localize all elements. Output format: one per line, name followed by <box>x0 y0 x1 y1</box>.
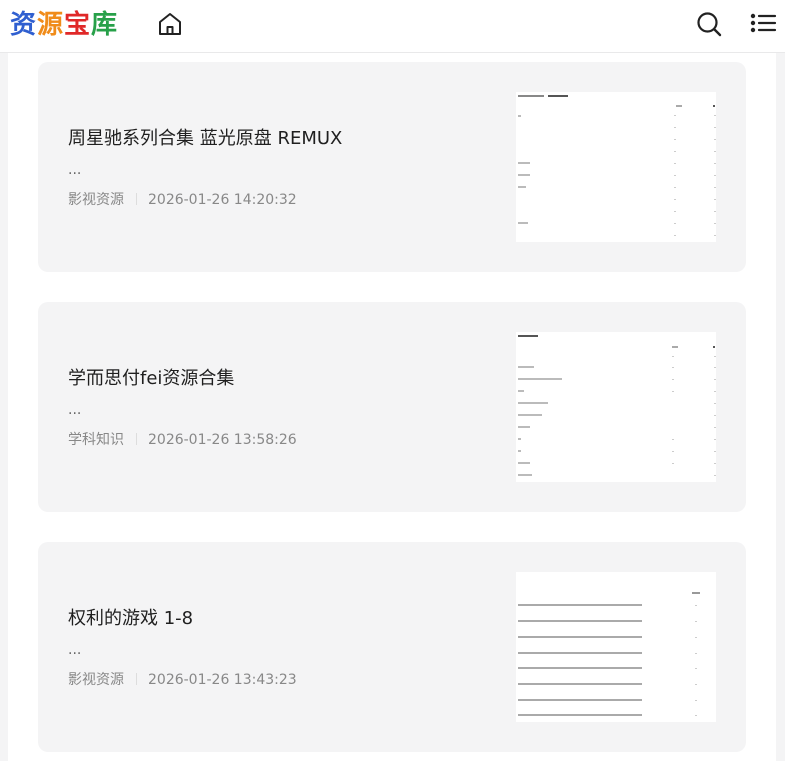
post-excerpt: ... <box>68 402 82 418</box>
post-title[interactable]: 周星驰系列合集 蓝光原盘 REMUX <box>68 124 342 150</box>
search-button[interactable] <box>695 10 723 38</box>
list-menu-icon <box>750 13 777 33</box>
post-excerpt: ... <box>68 162 82 178</box>
post-card[interactable]: 学而思付fei资源合集 ... 学科知识 2026-01-26 13:58:26 <box>38 302 746 512</box>
search-icon <box>697 12 722 37</box>
post-thumbnail[interactable] <box>516 572 716 722</box>
logo-char-2: 源 <box>37 10 65 40</box>
post-excerpt: ... <box>68 642 82 658</box>
top-header: 资源宝库 <box>0 0 785 53</box>
logo-char-3: 宝 <box>64 10 92 40</box>
home-button[interactable] <box>156 10 184 38</box>
menu-button[interactable] <box>749 10 777 38</box>
post-title[interactable]: 学而思付fei资源合集 <box>68 364 234 390</box>
post-card[interactable]: 周星驰系列合集 蓝光原盘 REMUX ... 影视资源 2026-01-26 14… <box>38 62 746 272</box>
post-meta: 影视资源 2026-01-26 13:43:23 <box>68 669 297 689</box>
post-thumbnail[interactable] <box>516 332 716 482</box>
post-category[interactable]: 影视资源 <box>68 672 124 688</box>
post-date: 2026-01-26 13:58:26 <box>148 432 297 448</box>
post-title[interactable]: 权利的游戏 1-8 <box>68 604 193 630</box>
post-meta: 学科知识 2026-01-26 13:58:26 <box>68 429 297 449</box>
meta-divider <box>136 673 137 685</box>
post-thumbnail[interactable] <box>516 92 716 242</box>
logo-char-4: 库 <box>91 10 119 40</box>
post-meta: 影视资源 2026-01-26 14:20:32 <box>68 189 297 209</box>
post-category[interactable]: 影视资源 <box>68 192 124 208</box>
post-date: 2026-01-26 13:43:23 <box>148 672 297 688</box>
post-date: 2026-01-26 14:20:32 <box>148 192 297 208</box>
logo-char-1: 资 <box>10 10 38 40</box>
post-card[interactable]: 权利的游戏 1-8 ... 影视资源 2026-01-26 13:43:23 <box>38 542 746 752</box>
meta-divider <box>136 193 137 205</box>
site-logo[interactable]: 资源宝库 <box>10 7 118 43</box>
meta-divider <box>136 433 137 445</box>
home-icon <box>159 13 181 35</box>
post-category[interactable]: 学科知识 <box>68 432 124 448</box>
